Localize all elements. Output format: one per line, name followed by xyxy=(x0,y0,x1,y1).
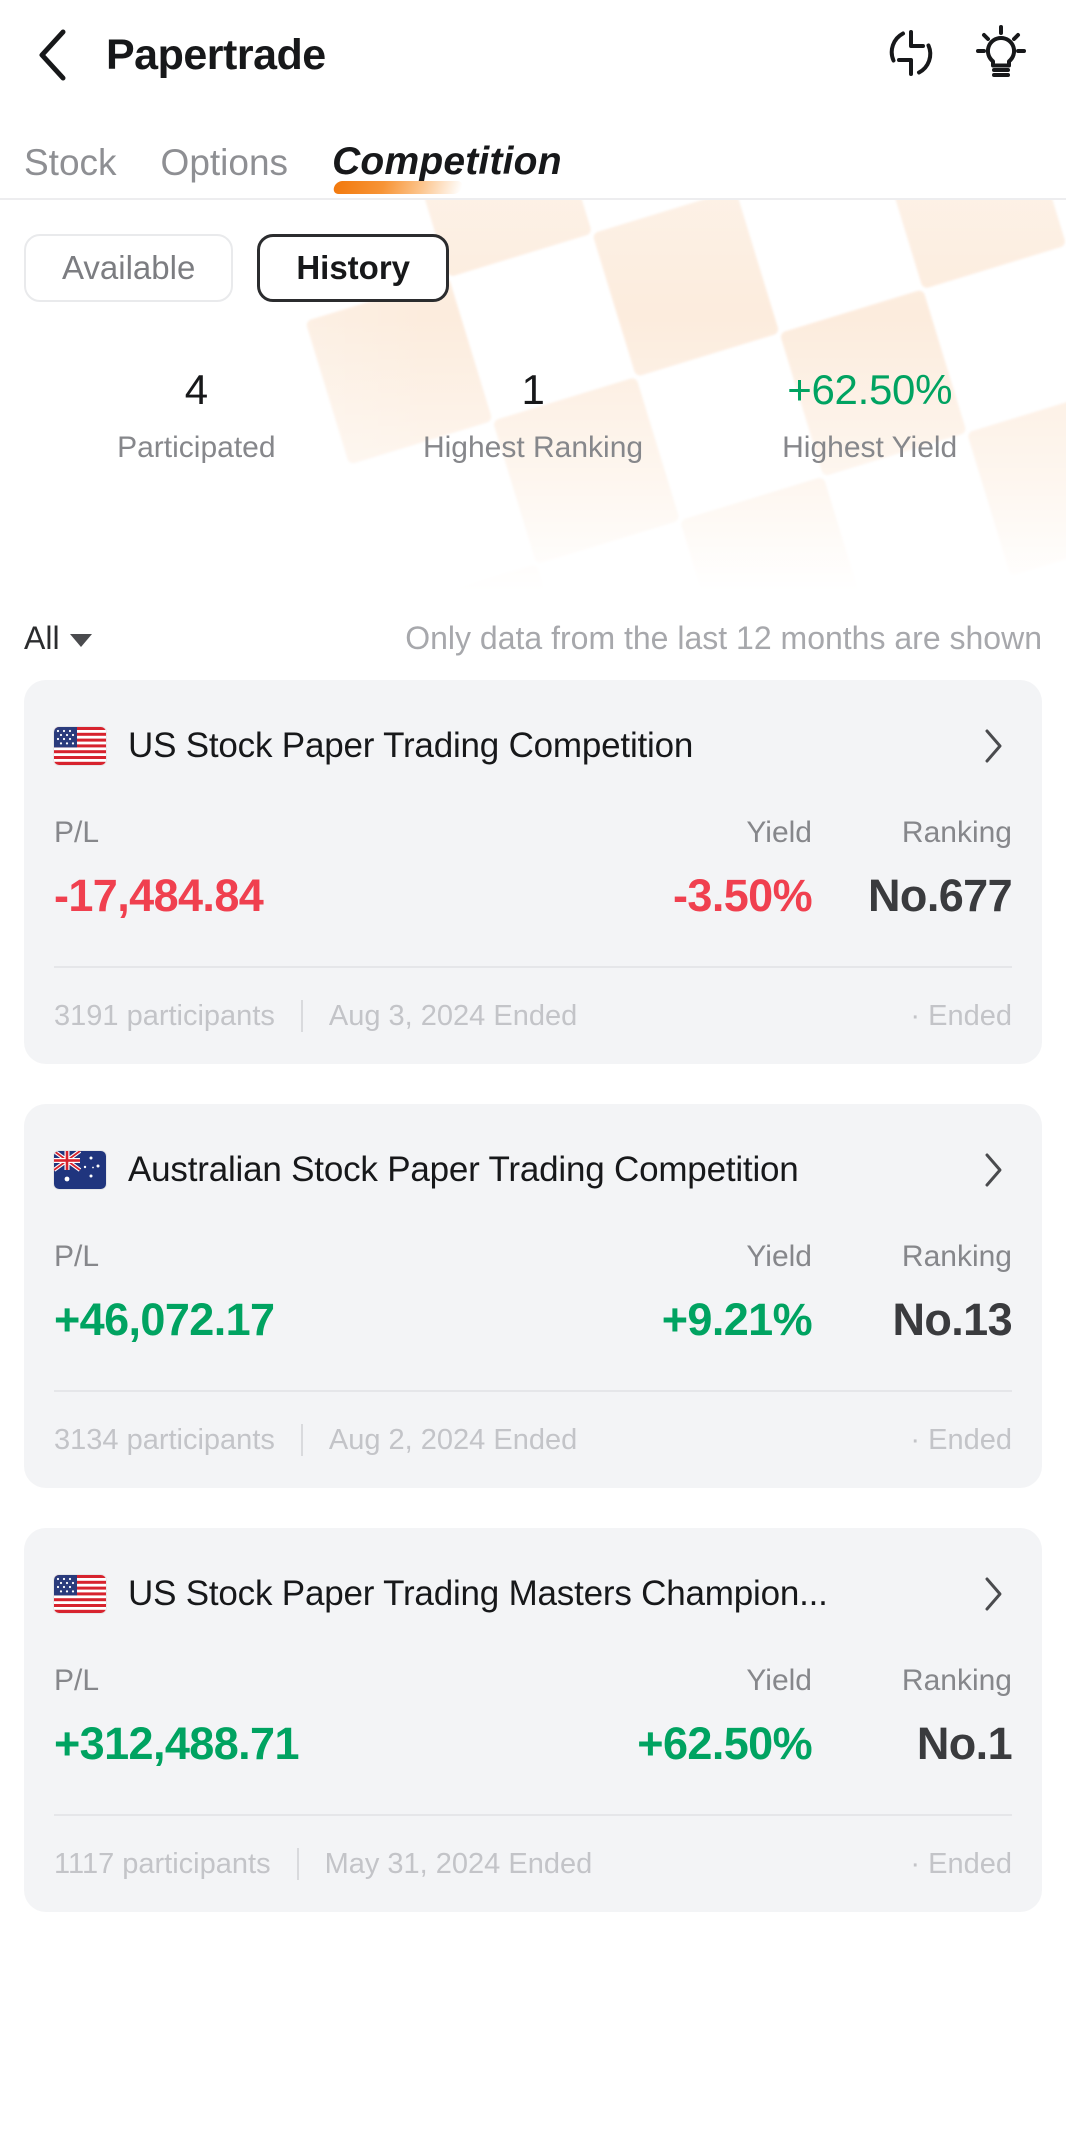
tabs-divider xyxy=(0,198,1066,200)
stat-participated: 4 Participated xyxy=(28,366,365,465)
metric-value-ranking: No.13 xyxy=(892,1294,1012,1345)
segment-available[interactable]: Available xyxy=(24,234,234,302)
competition-title: US Stock Paper Trading Competition xyxy=(128,726,694,765)
competition-card[interactable]: Australian Stock Paper Trading Competiti… xyxy=(24,1104,1042,1488)
stat-highest-ranking: 1 Highest Ranking xyxy=(365,366,702,465)
refresh-icon xyxy=(882,24,940,87)
segment-history[interactable]: History xyxy=(257,234,450,302)
stat-highest-yield-label: Highest Yield xyxy=(782,431,958,465)
chevron-right-icon[interactable] xyxy=(976,1152,1012,1188)
metric-label-pl: P/L xyxy=(54,1240,100,1273)
page-title: Papertrade xyxy=(106,30,326,79)
participants-count: 3134 participants xyxy=(54,1423,275,1456)
us-flag-icon xyxy=(54,1575,106,1613)
segment-history-label: History xyxy=(296,249,411,286)
active-tab-underline xyxy=(332,181,464,194)
metric-label-pl: P/L xyxy=(54,816,100,849)
stat-highest-ranking-label: Highest Ranking xyxy=(422,431,644,465)
filter-row: All Only data from the last 12 months ar… xyxy=(0,596,1066,680)
metric-label-pl: P/L xyxy=(54,1664,100,1697)
chevron-down-icon xyxy=(69,633,92,647)
competition-title: Australian Stock Paper Trading Competiti… xyxy=(128,1150,799,1189)
metric-value-pl: +46,072.17 xyxy=(54,1294,275,1345)
competition-card[interactable]: US Stock Paper Trading Competition P/L Y… xyxy=(24,680,1042,1064)
metric-label-ranking: Ranking xyxy=(901,816,1012,849)
stat-highest-yield: +62.50% Highest Yield xyxy=(701,366,1038,465)
lightbulb-icon xyxy=(972,24,1030,87)
metric-header-row: P/L Yield Ranking xyxy=(54,1240,1012,1274)
chevron-left-icon xyxy=(35,27,69,83)
tab-stock-label: Stock xyxy=(24,142,117,183)
tab-options[interactable]: Options xyxy=(161,142,289,198)
us-flag-icon xyxy=(54,727,106,765)
metric-label-ranking: Ranking xyxy=(901,1240,1012,1273)
competition-card-footer: 3134 participants Aug 2, 2024 Ended · En… xyxy=(54,1392,1012,1488)
app-bar: Papertrade xyxy=(0,0,1066,110)
metric-value-pl: -17,484.84 xyxy=(54,870,264,921)
au-flag-icon xyxy=(54,1151,106,1189)
metric-header-row: P/L Yield Ranking xyxy=(54,1664,1012,1698)
stat-highest-yield-value: +62.50% xyxy=(787,366,953,413)
chevron-right-icon[interactable] xyxy=(976,1576,1012,1612)
competition-card[interactable]: US Stock Paper Trading Masters Champion.… xyxy=(24,1528,1042,1912)
competition-card-header: US Stock Paper Trading Competition xyxy=(54,714,1012,778)
participants-count: 1117 participants xyxy=(54,1847,271,1880)
footer-separator xyxy=(300,1000,303,1032)
period-filter-value: All xyxy=(24,619,60,656)
competition-card-footer: 1117 participants May 31, 2024 Ended · E… xyxy=(54,1816,1012,1912)
metric-value-row: +46,072.17 +9.21% No.13 xyxy=(54,1294,1013,1346)
summary-stats: 4 Participated 1 Highest Ranking +62.50%… xyxy=(0,366,1066,465)
competition-card-footer: 3191 participants Aug 3, 2024 Ended · En… xyxy=(54,968,1012,1064)
competition-metrics: P/L Yield Ranking +46,072.17 +9.21% No.1… xyxy=(54,1240,1013,1346)
competition-card-header: Australian Stock Paper Trading Competiti… xyxy=(54,1138,1012,1202)
status-badge: · Ended xyxy=(910,1423,1012,1456)
metric-value-row: -17,484.84 -3.50% No.677 xyxy=(54,870,1013,922)
period-filter-dropdown[interactable]: All xyxy=(24,620,92,657)
history-segmented-control: Available History xyxy=(0,200,1066,302)
status-badge: · Ended xyxy=(910,999,1012,1032)
participants-count: 3191 participants xyxy=(54,999,275,1032)
stat-participated-label: Participated xyxy=(117,431,276,465)
refresh-button[interactable] xyxy=(880,24,942,86)
metric-label-yield: Yield xyxy=(746,1240,812,1273)
metric-label-yield: Yield xyxy=(746,816,812,849)
stat-highest-ranking-value: 1 xyxy=(521,366,545,413)
competition-metrics: P/L Yield Ranking -17,484.84 -3.50% No.6… xyxy=(54,816,1013,922)
tab-stock[interactable]: Stock xyxy=(24,142,117,198)
metric-label-ranking: Ranking xyxy=(901,1664,1012,1697)
metric-value-ranking: No.1 xyxy=(916,1718,1013,1769)
competition-history-list: US Stock Paper Trading Competition P/L Y… xyxy=(0,680,1066,1912)
footer-separator xyxy=(300,1424,303,1456)
end-date: May 31, 2024 Ended xyxy=(324,1847,593,1880)
data-range-note: Only data from the last 12 months are sh… xyxy=(405,619,1042,656)
footer-separator xyxy=(296,1848,299,1880)
metric-value-yield: -3.50% xyxy=(673,870,813,921)
metric-value-yield: +62.50% xyxy=(637,1718,812,1769)
metric-value-yield: +9.21% xyxy=(661,1294,813,1345)
metric-header-row: P/L Yield Ranking xyxy=(54,816,1012,850)
tips-button[interactable] xyxy=(970,24,1032,86)
metric-value-ranking: No.677 xyxy=(868,870,1013,921)
competition-card-header: US Stock Paper Trading Masters Champion.… xyxy=(54,1562,1012,1626)
end-date: Aug 2, 2024 Ended xyxy=(328,1423,578,1456)
tab-competition[interactable]: Competition xyxy=(332,140,562,198)
segment-available-label: Available xyxy=(62,249,196,286)
metric-label-yield: Yield xyxy=(746,1664,812,1697)
papertrade-competition-screen: Papertrade Stock Options Competition Ava… xyxy=(0,0,1066,2143)
stat-participated-value: 4 xyxy=(184,366,208,413)
competition-title: US Stock Paper Trading Masters Champion.… xyxy=(128,1574,828,1613)
back-button[interactable] xyxy=(24,27,80,83)
primary-tabs: Stock Options Competition xyxy=(0,110,1066,198)
chevron-right-icon[interactable] xyxy=(976,728,1012,764)
tab-options-label: Options xyxy=(160,142,289,183)
summary-hero: Available History 4 Participated 1 Highe… xyxy=(0,200,1066,592)
end-date: Aug 3, 2024 Ended xyxy=(328,999,578,1032)
tab-competition-label: Competition xyxy=(332,140,562,183)
status-badge: · Ended xyxy=(910,1847,1012,1880)
metric-value-pl: +312,488.71 xyxy=(54,1718,300,1769)
competition-metrics: P/L Yield Ranking +312,488.71 +62.50% No… xyxy=(54,1664,1013,1770)
metric-value-row: +312,488.71 +62.50% No.1 xyxy=(54,1718,1013,1770)
